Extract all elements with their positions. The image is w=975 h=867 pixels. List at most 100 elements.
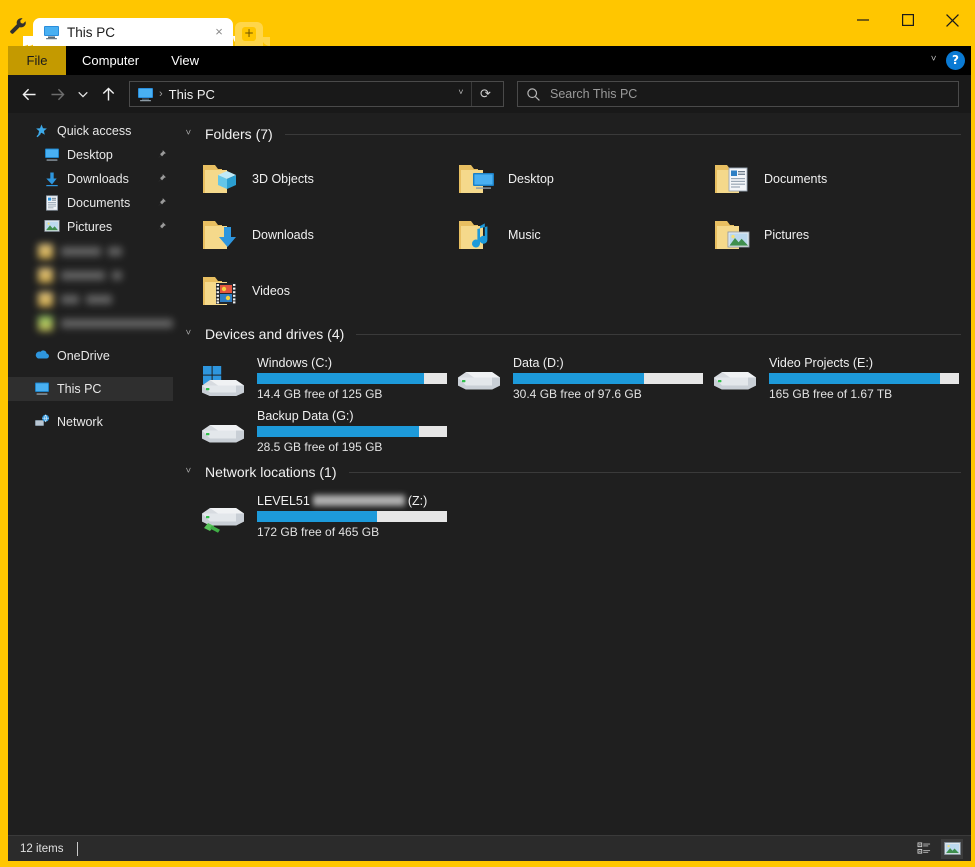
pin-icon[interactable] <box>156 173 167 185</box>
folder-label: Music <box>508 228 541 242</box>
group-header-network-locations[interactable]: ⱽ Network locations (1) <box>186 461 961 483</box>
sidebar-item-documents[interactable]: Documents <box>8 191 173 215</box>
drive-free-space: 14.4 GB free of 125 GB <box>257 386 383 401</box>
folder-item-3d-objects[interactable]: 3D Objects <box>186 151 442 207</box>
group-header-folders[interactable]: ⱽ Folders (7) <box>186 123 961 145</box>
refresh-icon[interactable]: ⟳ <box>471 82 499 106</box>
redacted-label <box>61 318 173 328</box>
maximize-button[interactable] <box>885 0 930 40</box>
breadcrumb-bar[interactable]: › This PC ⱽ ⟳ <box>129 81 504 107</box>
folder-pictures-icon <box>712 215 754 255</box>
sidebar-item-redacted[interactable] <box>8 287 173 311</box>
folder-item-videos[interactable]: Videos <box>186 263 442 319</box>
title-bar: This PC × + <box>0 0 975 46</box>
star-pin-icon <box>34 123 50 139</box>
sidebar-item-redacted[interactable] <box>8 311 173 335</box>
group-title: Devices and drives (4) <box>205 326 345 342</box>
sidebar-item-label: Desktop <box>67 148 113 162</box>
folder-label: Videos <box>252 284 290 298</box>
group-header-devices-and-drives[interactable]: ⱽ Devices and drives (4) <box>186 323 961 345</box>
folder-music-icon <box>456 215 498 255</box>
tab-view[interactable]: View <box>155 46 215 75</box>
downloads-icon <box>44 171 60 187</box>
minimize-button[interactable] <box>840 0 885 40</box>
folder-item-downloads[interactable]: Downloads <box>186 207 442 263</box>
drive-free-space: 28.5 GB free of 195 GB <box>257 439 383 454</box>
drive-item-video-projects-e[interactable]: Video Projects (E:) 165 GB free of 1.67 … <box>698 351 959 404</box>
sidebar-item-onedrive[interactable]: OneDrive <box>8 344 173 368</box>
chevron-down-icon[interactable]: ⱽ <box>451 89 471 100</box>
large-icons-view-icon[interactable] <box>941 838 963 859</box>
recent-locations-button[interactable] <box>72 80 93 108</box>
folder-desktop-icon <box>456 159 498 199</box>
drive-item-windows-c[interactable]: Windows (C:) 14.4 GB free of 125 GB <box>186 351 447 404</box>
close-button[interactable] <box>930 0 975 40</box>
window-controls <box>840 0 975 40</box>
back-button[interactable] <box>16 80 42 108</box>
capacity-meter-fill <box>513 372 645 384</box>
tab-computer[interactable]: Computer <box>66 46 155 75</box>
drive-item-network-z[interactable]: LEVEL51 (Z:) 172 GB free of 465 GB <box>186 489 447 542</box>
wrench-icon[interactable] <box>8 16 28 36</box>
folder-item-desktop[interactable]: Desktop <box>442 151 698 207</box>
chevron-down-icon[interactable]: ⱽ <box>931 54 936 67</box>
search-box[interactable]: Search This PC <box>517 81 959 107</box>
pin-icon[interactable] <box>156 221 167 233</box>
search-input[interactable]: Search This PC <box>550 87 637 101</box>
pin-icon[interactable] <box>156 197 167 209</box>
folder-item-documents[interactable]: Documents <box>698 151 954 207</box>
chevron-down-icon[interactable]: ⱽ <box>186 328 198 341</box>
network-icon <box>34 414 50 430</box>
folder-item-music[interactable]: Music <box>442 207 698 263</box>
folder-downloads-icon <box>200 215 242 255</box>
sidebar-item-label: Quick access <box>57 124 132 138</box>
address-bar: › This PC ⱽ ⟳ Search This PC <box>8 75 971 113</box>
sidebar-item-redacted[interactable] <box>8 239 173 263</box>
folder-label: Downloads <box>252 228 314 242</box>
sidebar-item-desktop[interactable]: Desktop <box>8 143 173 167</box>
status-bar: 12 items <box>8 835 971 861</box>
folder-label: Documents <box>764 172 828 186</box>
window-bottom-border <box>0 861 975 867</box>
help-icon[interactable]: ? <box>946 51 965 70</box>
desktop-icon <box>44 147 60 163</box>
drive-name: Video Projects (E:) <box>769 355 873 370</box>
forward-button[interactable] <box>44 80 70 108</box>
sidebar-item-downloads[interactable]: Downloads <box>8 167 173 191</box>
folder-item-pictures[interactable]: Pictures <box>698 207 954 263</box>
capacity-meter <box>257 510 447 522</box>
sidebar-item-redacted[interactable] <box>8 263 173 287</box>
tab-title: This PC <box>67 24 116 40</box>
capacity-meter-fill <box>769 372 940 384</box>
details-view-icon[interactable] <box>913 839 935 859</box>
network-drive-icon <box>200 498 248 534</box>
capacity-meter <box>257 425 447 437</box>
sidebar-item-pictures[interactable]: Pictures <box>8 215 173 239</box>
breadcrumb-this-pc[interactable]: This PC <box>169 87 451 102</box>
capacity-meter <box>257 372 447 384</box>
capacity-meter-fill <box>257 425 419 437</box>
pin-icon[interactable] <box>156 149 167 161</box>
capacity-meter <box>513 372 703 384</box>
sidebar-item-label: Downloads <box>67 172 129 186</box>
folder-3d-objects-icon <box>200 159 242 199</box>
chevron-down-icon[interactable]: ⱽ <box>186 466 198 479</box>
this-pc-icon <box>43 25 60 40</box>
search-icon <box>526 87 541 102</box>
drive-item-data-d[interactable]: Data (D:) 30.4 GB free of 97.6 GB <box>442 351 703 404</box>
sidebar-item-this-pc[interactable]: This PC <box>8 377 173 401</box>
sidebar-item-quick-access[interactable]: Quick access <box>8 119 173 143</box>
up-button[interactable] <box>95 80 121 108</box>
new-tab-button[interactable]: + <box>235 22 270 46</box>
sidebar-item-label: OneDrive <box>57 349 110 363</box>
folder-icon <box>38 243 53 259</box>
sidebar-item-network[interactable]: Network <box>8 410 173 434</box>
sidebar-item-label: Network <box>57 415 103 429</box>
close-icon[interactable]: × <box>211 24 227 40</box>
chevron-down-icon[interactable]: ⱽ <box>186 128 198 141</box>
browser-tab-this-pc[interactable]: This PC × <box>33 18 243 46</box>
drive-item-backup-data-g[interactable]: Backup Data (G:) 28.5 GB free of 195 GB <box>186 404 447 457</box>
folder-videos-icon <box>200 271 242 311</box>
tab-file[interactable]: File <box>8 46 66 75</box>
